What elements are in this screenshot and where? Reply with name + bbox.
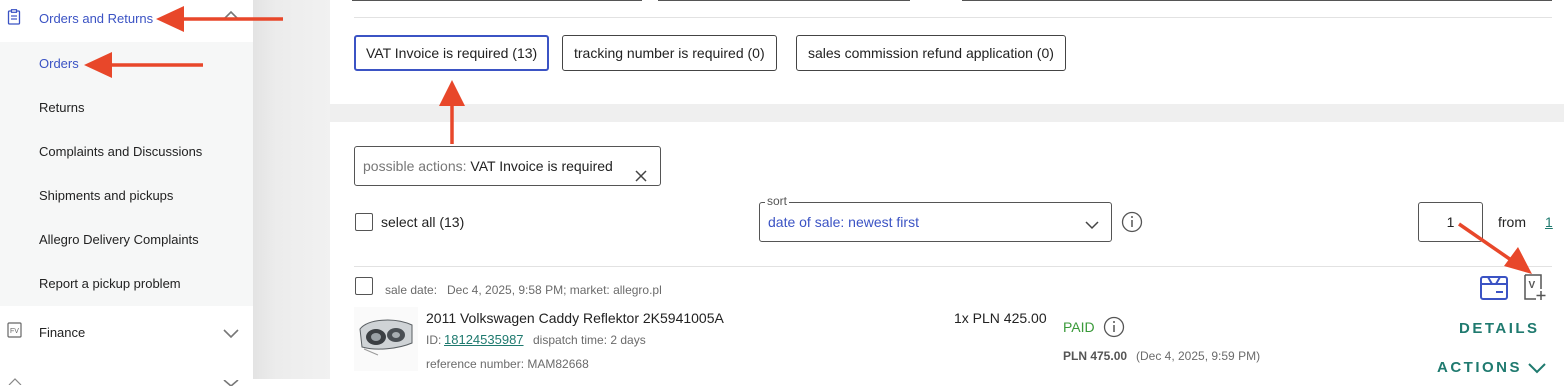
- filter-chip-tracking-number[interactable]: tracking number is required (0): [562, 35, 777, 71]
- details-button[interactable]: DETAILS: [1459, 320, 1540, 337]
- active-filter-chip: possible actions: VAT Invoice is require…: [354, 146, 661, 186]
- partial-sidebar-icon: [7, 372, 22, 390]
- add-invoice-icon[interactable]: V: [1522, 273, 1548, 306]
- partial-input-bottom-border: [352, 0, 642, 1]
- sidebar-item-delivery-complaints[interactable]: Allegro Delivery Complaints: [39, 232, 199, 247]
- select-all-checkbox[interactable]: [355, 213, 373, 231]
- order-id-link[interactable]: 18124535987: [444, 332, 524, 347]
- reference-number: reference number: MAM82668: [426, 357, 589, 371]
- sort-label: sort: [765, 194, 790, 208]
- sidebar-shadow: [253, 0, 330, 379]
- sidebar-item-returns[interactable]: Returns: [39, 100, 85, 115]
- select-all-label: select all (13): [381, 214, 465, 230]
- info-icon[interactable]: [1121, 211, 1143, 238]
- sidebar-submenu: [0, 42, 253, 306]
- info-icon[interactable]: [1103, 316, 1125, 343]
- order-id-label: ID:: [426, 333, 442, 347]
- svg-text:FV: FV: [10, 328, 19, 335]
- paid-date: (Dec 4, 2025, 9:59 PM): [1136, 349, 1261, 363]
- shipment-icon[interactable]: [1479, 273, 1509, 306]
- partial-input-bottom-border: [658, 0, 910, 1]
- sidebar-finance-label: Finance: [39, 325, 86, 340]
- sidebar-section-label: Orders and Returns: [39, 11, 154, 26]
- divider: [354, 17, 1552, 18]
- active-filter-prefix: possible actions:: [363, 158, 467, 174]
- sidebar-item-shipments[interactable]: Shipments and pickups: [39, 188, 173, 203]
- sidebar-item-report-pickup[interactable]: Report a pickup problem: [39, 276, 181, 291]
- sort-select[interactable]: sort date of sale: newest first: [759, 194, 1112, 242]
- close-icon[interactable]: [634, 159, 648, 182]
- sidebar-section-finance[interactable]: FV Finance: [0, 312, 253, 354]
- chevron-up-icon: [222, 8, 240, 26]
- product-title[interactable]: 2011 Volkswagen Caddy Reflektor 2K594100…: [426, 310, 724, 326]
- clipboard-icon: [7, 9, 21, 25]
- sidebar-item-orders[interactable]: Orders: [39, 56, 79, 71]
- chevron-down-icon: [1527, 361, 1547, 379]
- sidebar-section-orders-and-returns[interactable]: Orders and Returns: [0, 0, 253, 40]
- partial-input-bottom-border: [962, 0, 1552, 1]
- sale-date-value: Dec 4, 2025, 9:58 PM; market: allegro.pl: [447, 283, 662, 297]
- dispatch-time: dispatch time: 2 days: [533, 333, 646, 347]
- chevron-down-icon: [222, 373, 240, 391]
- quantity-price: 1x PLN 425.00: [954, 310, 1047, 326]
- active-filter-value: VAT Invoice is required: [470, 158, 613, 174]
- filter-chip-commission-refund[interactable]: sales commission refund application (0): [796, 35, 1066, 71]
- sidebar-item-complaints[interactable]: Complaints and Discussions: [39, 144, 202, 159]
- page-total-link[interactable]: 1: [1545, 214, 1553, 230]
- page-input[interactable]: 1: [1418, 202, 1483, 242]
- chevron-down-icon: [222, 327, 240, 345]
- chevron-down-icon: [1084, 217, 1100, 235]
- order-total: PLN 475.00: [1063, 349, 1128, 363]
- finance-icon: FV: [7, 322, 22, 343]
- sort-value: date of sale: newest first: [768, 214, 919, 230]
- actions-button[interactable]: ACTIONS: [1437, 359, 1522, 376]
- sale-date-label: sale date:: [385, 283, 438, 297]
- section-separator: [330, 104, 1564, 122]
- svg-text:V: V: [1529, 280, 1536, 291]
- filter-chip-vat-invoice[interactable]: VAT Invoice is required (13): [354, 35, 550, 71]
- page-from-label: from: [1498, 214, 1526, 230]
- order-checkbox[interactable]: [355, 277, 373, 295]
- payment-status: PAID: [1063, 319, 1095, 335]
- divider: [354, 266, 1552, 267]
- product-thumbnail[interactable]: [354, 307, 418, 371]
